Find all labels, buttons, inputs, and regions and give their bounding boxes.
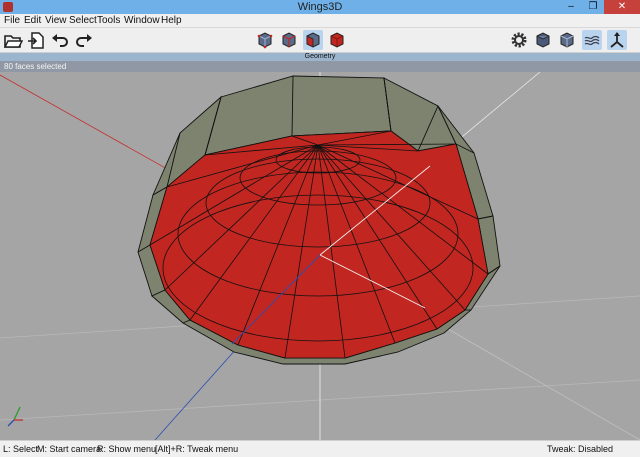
- menu-file[interactable]: File: [4, 14, 20, 27]
- groundplane-icon[interactable]: [582, 30, 602, 50]
- menu-help[interactable]: Help: [161, 14, 182, 27]
- undo-icon[interactable]: [50, 30, 70, 50]
- selected-faces[interactable]: [149, 130, 489, 359]
- open-folder-icon[interactable]: [3, 30, 23, 50]
- status-left-select: L: Select: [3, 444, 39, 454]
- menu-select[interactable]: Select: [69, 14, 97, 27]
- geometry-tab-label: Geometry: [304, 53, 336, 60]
- face-mode-icon[interactable]: [303, 30, 323, 50]
- status-right-menu: R: Show menu: [97, 444, 157, 454]
- menu-bar: File Edit View Select Tools Window Help: [0, 14, 640, 28]
- status-bar: L: Select M: Start camera R: Show menu […: [0, 440, 640, 457]
- cube-shaded-icon[interactable]: [533, 30, 553, 50]
- toolbar: [0, 28, 640, 53]
- window-controls: – ❐ ✕: [560, 0, 640, 14]
- minimize-icon[interactable]: –: [560, 0, 582, 14]
- selection-info: 80 faces selected: [4, 62, 67, 71]
- menu-edit[interactable]: Edit: [24, 14, 41, 27]
- status-middle-camera: M: Start camera: [37, 444, 102, 454]
- title-bar: Wings3D – ❐ ✕: [0, 0, 640, 14]
- window-title: Wings3D: [297, 1, 343, 13]
- status-tweak-hint: [Alt]+R: Tweak menu: [155, 444, 239, 454]
- menu-window[interactable]: Window: [124, 14, 160, 27]
- edge-mode-icon[interactable]: [279, 30, 299, 50]
- axes-icon[interactable]: [607, 30, 627, 50]
- body-mode-icon[interactable]: [327, 30, 347, 50]
- menu-view[interactable]: View: [45, 14, 67, 27]
- maximize-icon[interactable]: ❐: [582, 0, 604, 14]
- cube-wire-icon[interactable]: [557, 30, 577, 50]
- info-line: 80 faces selected: [0, 61, 640, 72]
- status-tweak-state: Tweak: Disabled: [547, 444, 614, 454]
- geometry-tab[interactable]: Geometry: [0, 53, 640, 61]
- scene[interactable]: [0, 72, 640, 440]
- settings-gear-icon[interactable]: [509, 30, 529, 50]
- 3d-viewport[interactable]: [0, 72, 640, 440]
- vertex-mode-icon[interactable]: [255, 30, 275, 50]
- import-icon[interactable]: [26, 30, 46, 50]
- axis-indicator-icon: [7, 406, 23, 427]
- menu-tools[interactable]: Tools: [97, 14, 120, 27]
- close-icon[interactable]: ✕: [604, 0, 640, 14]
- redo-icon[interactable]: [74, 30, 94, 50]
